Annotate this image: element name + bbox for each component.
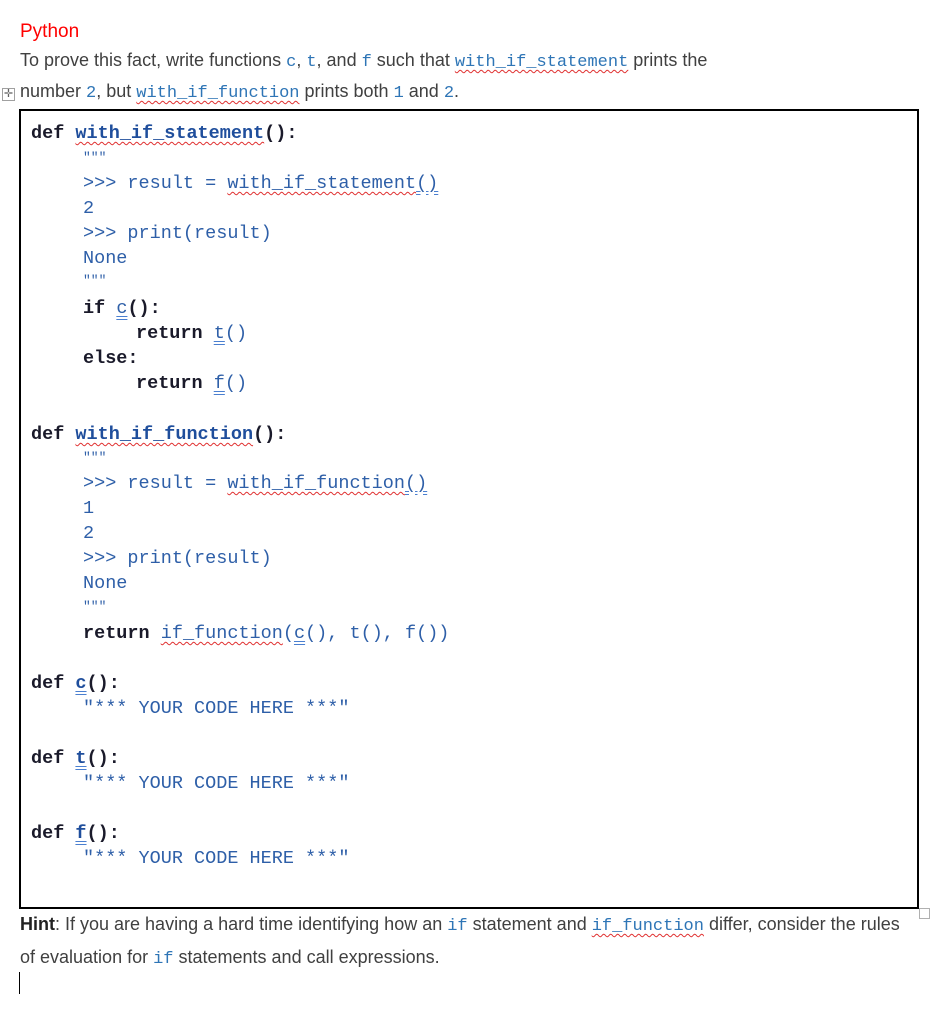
call-f: f <box>213 373 225 394</box>
doctest-output-1: 1 <box>83 498 95 519</box>
doctest-parens: () <box>416 173 439 194</box>
paren: ( <box>282 623 294 644</box>
intro-text: To prove this fact, write functions <box>20 50 287 70</box>
intro-text: prints both <box>299 81 394 101</box>
parens: () <box>224 323 248 344</box>
call-t: t <box>213 323 225 344</box>
code-line-def-with-if-statement: def with_if_statement(): <box>31 122 297 146</box>
intro-line-1: To prove this fact, write functions c, t… <box>20 48 707 75</box>
doctest-prompt: >>> result = <box>83 473 228 494</box>
intro-text: prints the <box>628 50 708 70</box>
function-name: f <box>75 823 87 844</box>
intro-text: such that <box>371 50 455 70</box>
call-c: c <box>116 298 128 319</box>
docstring-open: """ <box>83 150 107 165</box>
code-line-if: if c(): <box>83 297 161 321</box>
code-f: f <box>361 53 372 72</box>
keyword-def: def <box>31 748 65 769</box>
intro-line-2: number 2, but with_if_function prints bo… <box>20 79 459 106</box>
doctest-none: None <box>83 573 128 594</box>
args: (), t(), f()) <box>305 623 450 644</box>
keyword-def: def <box>31 823 65 844</box>
doctest-call: >>> result = with_if_function() <box>83 472 427 496</box>
code-if-function: if_function <box>591 917 704 936</box>
parens: (): <box>127 298 161 319</box>
text-cursor <box>19 972 20 994</box>
stub-body-c: "*** YOUR CODE HERE ***" <box>83 698 350 719</box>
doctest-call: >>> result = with_if_statement() <box>83 172 438 196</box>
hint-text: statements and call expressions. <box>173 947 440 967</box>
doctest-output-2: 2 <box>83 523 95 544</box>
code-line-return-t: return t() <box>136 322 247 346</box>
doctest-fn: with_if_function <box>227 473 405 494</box>
doctest-output: 2 <box>83 198 95 219</box>
code-one: 1 <box>393 84 404 103</box>
code-with-if-statement: with_if_statement <box>454 53 629 72</box>
function-name: t <box>75 748 87 769</box>
code-line-def-t: def t(): <box>31 747 120 771</box>
doctest-print: >>> print(result) <box>83 548 272 569</box>
hint-text: : If you are having a hard time identify… <box>55 914 448 934</box>
keyword-if: if <box>83 298 106 319</box>
intro-text: , but <box>96 81 137 101</box>
parens: (): <box>86 748 120 769</box>
keyword-return: return <box>136 373 203 394</box>
doctest-parens: () <box>404 473 428 494</box>
function-name: with_if_function <box>75 424 254 445</box>
code-c: c <box>286 53 297 72</box>
keyword-def: def <box>31 123 65 144</box>
table-move-handle-icon[interactable]: ✛ <box>2 88 15 101</box>
hint-label: Hint <box>20 914 55 934</box>
doctest-prompt: >>> result = <box>83 173 228 194</box>
function-name: c <box>75 673 87 694</box>
code-if: if <box>447 917 468 936</box>
code-line-return-f: return f() <box>136 372 247 396</box>
code-t: t <box>306 53 317 72</box>
code-table-cell[interactable]: def with_if_statement(): """ >>> result … <box>19 109 919 909</box>
intro-text: number <box>20 81 87 101</box>
call-c: c <box>293 623 306 644</box>
docstring-close: """ <box>83 599 107 614</box>
hint-text: statement and <box>467 914 592 934</box>
call-if-function: if_function <box>160 623 283 644</box>
stub-body-f: "*** YOUR CODE HERE ***" <box>83 848 350 869</box>
parens: (): <box>253 424 287 445</box>
docstring-close: """ <box>83 273 107 288</box>
code-two: 2 <box>443 84 455 103</box>
keyword-else: else: <box>83 348 139 369</box>
code-line-def-c: def c(): <box>31 672 120 696</box>
keyword-def: def <box>31 424 65 445</box>
docstring-open: """ <box>83 450 107 465</box>
intro-text: . <box>454 81 460 101</box>
table-resize-handle-icon[interactable] <box>919 908 930 919</box>
keyword-return: return <box>83 623 150 644</box>
code-line-else: else: <box>83 347 139 371</box>
parens: (): <box>86 823 120 844</box>
parens: (): <box>86 673 120 694</box>
doctest-print: >>> print(result) <box>83 223 272 244</box>
function-name: with_if_statement <box>75 123 265 144</box>
code-line-def-f: def f(): <box>31 822 120 846</box>
parens: () <box>224 373 248 394</box>
doctest-none: None <box>83 248 128 269</box>
section-heading: Python <box>20 21 80 42</box>
stub-body-t: "*** YOUR CODE HERE ***" <box>83 773 350 794</box>
doctest-fn: with_if_statement <box>227 173 417 194</box>
hint-paragraph: Hint: If you are having a hard time iden… <box>20 909 900 975</box>
intro-text: and <box>403 81 444 101</box>
keyword-return: return <box>136 323 203 344</box>
keyword-def: def <box>31 673 65 694</box>
intro-text: , and <box>316 50 362 70</box>
code-two: 2 <box>86 84 97 103</box>
parens: (): <box>264 123 298 144</box>
code-if: if <box>153 950 174 969</box>
code-line-def-with-if-function: def with_if_function(): <box>31 423 286 447</box>
code-line-return-if-function: return if_function(c(), t(), f()) <box>83 622 449 646</box>
code-with-if-function: with_if_function <box>136 84 300 103</box>
intro-text: , <box>296 50 307 70</box>
